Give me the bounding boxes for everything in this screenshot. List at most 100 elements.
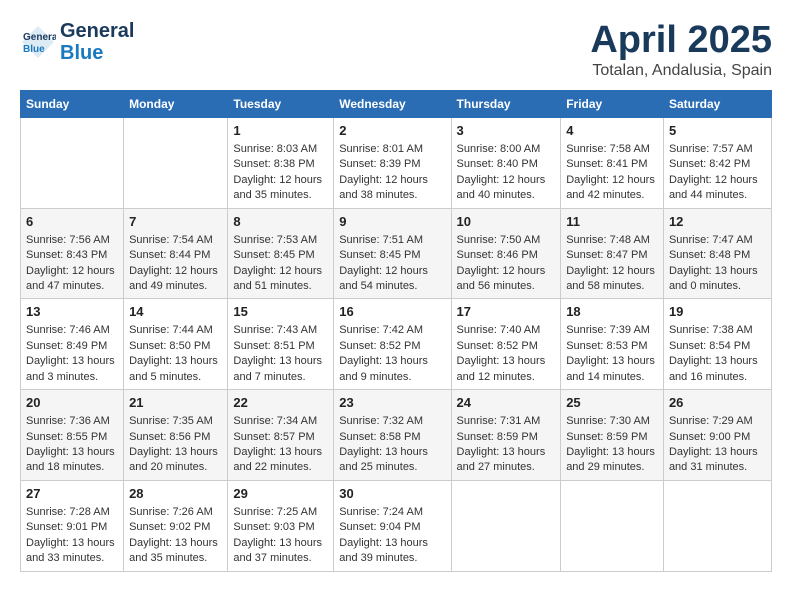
calendar-cell: 10Sunrise: 7:50 AMSunset: 8:46 PMDayligh… bbox=[451, 208, 561, 299]
day-number: 4 bbox=[566, 122, 658, 140]
calendar-cell: 27Sunrise: 7:28 AMSunset: 9:01 PMDayligh… bbox=[21, 480, 124, 571]
sunrise-text: Sunrise: 7:38 AM bbox=[669, 323, 766, 338]
day-number: 23 bbox=[339, 394, 445, 412]
sunrise-text: Sunrise: 7:34 AM bbox=[233, 414, 328, 429]
sunset-text: Sunset: 8:41 PM bbox=[566, 157, 658, 172]
sunset-text: Sunset: 8:52 PM bbox=[457, 339, 556, 354]
calendar-week-row: 20Sunrise: 7:36 AMSunset: 8:55 PMDayligh… bbox=[21, 390, 772, 481]
title-area: April 2025 Totalan, Andalusia, Spain bbox=[590, 20, 772, 80]
daylight-text: Daylight: 12 hours and 44 minutes. bbox=[669, 173, 766, 204]
sunrise-text: Sunrise: 7:30 AM bbox=[566, 414, 658, 429]
day-number: 3 bbox=[457, 122, 556, 140]
sunset-text: Sunset: 8:58 PM bbox=[339, 430, 445, 445]
daylight-text: Daylight: 13 hours and 29 minutes. bbox=[566, 445, 658, 476]
sunset-text: Sunset: 9:00 PM bbox=[669, 430, 766, 445]
day-number: 6 bbox=[26, 213, 118, 231]
sunset-text: Sunset: 8:42 PM bbox=[669, 157, 766, 172]
sunset-text: Sunset: 8:39 PM bbox=[339, 157, 445, 172]
calendar-cell: 17Sunrise: 7:40 AMSunset: 8:52 PMDayligh… bbox=[451, 299, 561, 390]
day-number: 19 bbox=[669, 303, 766, 321]
svg-text:General: General bbox=[23, 32, 56, 43]
day-number: 15 bbox=[233, 303, 328, 321]
daylight-text: Daylight: 12 hours and 54 minutes. bbox=[339, 264, 445, 295]
sunset-text: Sunset: 8:43 PM bbox=[26, 248, 118, 263]
daylight-text: Daylight: 13 hours and 18 minutes. bbox=[26, 445, 118, 476]
sunrise-text: Sunrise: 7:44 AM bbox=[129, 323, 222, 338]
calendar-cell bbox=[451, 480, 561, 571]
calendar-week-row: 13Sunrise: 7:46 AMSunset: 8:49 PMDayligh… bbox=[21, 299, 772, 390]
sunrise-text: Sunrise: 7:42 AM bbox=[339, 323, 445, 338]
calendar-cell: 19 Sunrise: 7:38 AMSunset: 8:54 PMDayligh… bbox=[663, 299, 771, 390]
daylight-text: Daylight: 12 hours and 51 minutes. bbox=[233, 264, 328, 295]
calendar-cell: 11Sunrise: 7:48 AMSunset: 8:47 PMDayligh… bbox=[561, 208, 664, 299]
calendar-cell: 2Sunrise: 8:01 AMSunset: 8:39 PMDaylight… bbox=[334, 117, 451, 208]
sunset-text: Sunset: 8:48 PM bbox=[669, 248, 766, 263]
daylight-text: Daylight: 12 hours and 47 minutes. bbox=[26, 264, 118, 295]
calendar-cell: 12Sunrise: 7:47 AMSunset: 8:48 PMDayligh… bbox=[663, 208, 771, 299]
daylight-text: Daylight: 12 hours and 38 minutes. bbox=[339, 173, 445, 204]
month-title: April 2025 bbox=[590, 20, 772, 62]
sunset-text: Sunset: 8:52 PM bbox=[339, 339, 445, 354]
sunset-text: Sunset: 9:03 PM bbox=[233, 520, 328, 535]
daylight-text: Daylight: 13 hours and 16 minutes. bbox=[669, 354, 766, 385]
daylight-text: Daylight: 13 hours and 20 minutes. bbox=[129, 445, 222, 476]
weekday-header-row: SundayMondayTuesdayWednesdayThursdayFrid… bbox=[21, 90, 772, 117]
sunset-text: Sunset: 8:50 PM bbox=[129, 339, 222, 354]
daylight-text: Daylight: 13 hours and 35 minutes. bbox=[129, 536, 222, 567]
calendar-cell: 15Sunrise: 7:43 AMSunset: 8:51 PMDayligh… bbox=[228, 299, 334, 390]
sunset-text: Sunset: 8:44 PM bbox=[129, 248, 222, 263]
sunrise-text: Sunrise: 7:25 AM bbox=[233, 505, 328, 520]
sunrise-text: Sunrise: 7:26 AM bbox=[129, 505, 222, 520]
sunset-text: Sunset: 8:59 PM bbox=[566, 430, 658, 445]
day-number: 22 bbox=[233, 394, 328, 412]
sunrise-text: Sunrise: 7:40 AM bbox=[457, 323, 556, 338]
sunrise-text: Sunrise: 7:50 AM bbox=[457, 233, 556, 248]
daylight-text: Daylight: 12 hours and 58 minutes. bbox=[566, 264, 658, 295]
calendar-cell: 13Sunrise: 7:46 AMSunset: 8:49 PMDayligh… bbox=[21, 299, 124, 390]
sunset-text: Sunset: 8:45 PM bbox=[339, 248, 445, 263]
day-number: 26 bbox=[669, 394, 766, 412]
daylight-text: Daylight: 13 hours and 3 minutes. bbox=[26, 354, 118, 385]
sunrise-text: Sunrise: 7:31 AM bbox=[457, 414, 556, 429]
sunrise-text: Sunrise: 7:53 AM bbox=[233, 233, 328, 248]
calendar-cell: 26 Sunrise: 7:29 AMSunset: 9:00 PMDayligh… bbox=[663, 390, 771, 481]
sunset-text: Sunset: 8:59 PM bbox=[457, 430, 556, 445]
weekday-header-friday: Friday bbox=[561, 90, 664, 117]
sunset-text: Sunset: 8:38 PM bbox=[233, 157, 328, 172]
day-number: 24 bbox=[457, 394, 556, 412]
daylight-text: Daylight: 12 hours and 49 minutes. bbox=[129, 264, 222, 295]
calendar-cell bbox=[561, 480, 664, 571]
sunrise-text: Sunrise: 7:29 AM bbox=[669, 414, 766, 429]
sunset-text: Sunset: 9:04 PM bbox=[339, 520, 445, 535]
svg-text:Blue: Blue bbox=[23, 44, 45, 55]
weekday-header-thursday: Thursday bbox=[451, 90, 561, 117]
calendar-cell: 3Sunrise: 8:00 AMSunset: 8:40 PMDaylight… bbox=[451, 117, 561, 208]
day-number: 5 bbox=[669, 122, 766, 140]
sunrise-text: Sunrise: 7:39 AM bbox=[566, 323, 658, 338]
daylight-text: Daylight: 12 hours and 56 minutes. bbox=[457, 264, 556, 295]
daylight-text: Daylight: 13 hours and 14 minutes. bbox=[566, 354, 658, 385]
sunset-text: Sunset: 9:02 PM bbox=[129, 520, 222, 535]
calendar-cell: 6Sunrise: 7:56 AMSunset: 8:43 PMDaylight… bbox=[21, 208, 124, 299]
day-number: 25 bbox=[566, 394, 658, 412]
sunrise-text: Sunrise: 7:24 AM bbox=[339, 505, 445, 520]
sunset-text: Sunset: 8:40 PM bbox=[457, 157, 556, 172]
weekday-header-saturday: Saturday bbox=[663, 90, 771, 117]
day-number: 8 bbox=[233, 213, 328, 231]
daylight-text: Daylight: 13 hours and 31 minutes. bbox=[669, 445, 766, 476]
day-number: 21 bbox=[129, 394, 222, 412]
calendar-cell: 21Sunrise: 7:35 AMSunset: 8:56 PMDayligh… bbox=[124, 390, 228, 481]
sunset-text: Sunset: 8:54 PM bbox=[669, 339, 766, 354]
sunrise-text: Sunrise: 7:47 AM bbox=[669, 233, 766, 248]
day-number: 11 bbox=[566, 213, 658, 231]
day-number: 12 bbox=[669, 213, 766, 231]
daylight-text: Daylight: 13 hours and 33 minutes. bbox=[26, 536, 118, 567]
day-number: 28 bbox=[129, 485, 222, 503]
sunset-text: Sunset: 8:57 PM bbox=[233, 430, 328, 445]
sunrise-text: Sunrise: 7:58 AM bbox=[566, 142, 658, 157]
logo: General Blue General Blue bbox=[20, 20, 134, 64]
sunset-text: Sunset: 8:47 PM bbox=[566, 248, 658, 263]
weekday-header-monday: Monday bbox=[124, 90, 228, 117]
daylight-text: Daylight: 13 hours and 37 minutes. bbox=[233, 536, 328, 567]
day-number: 2 bbox=[339, 122, 445, 140]
